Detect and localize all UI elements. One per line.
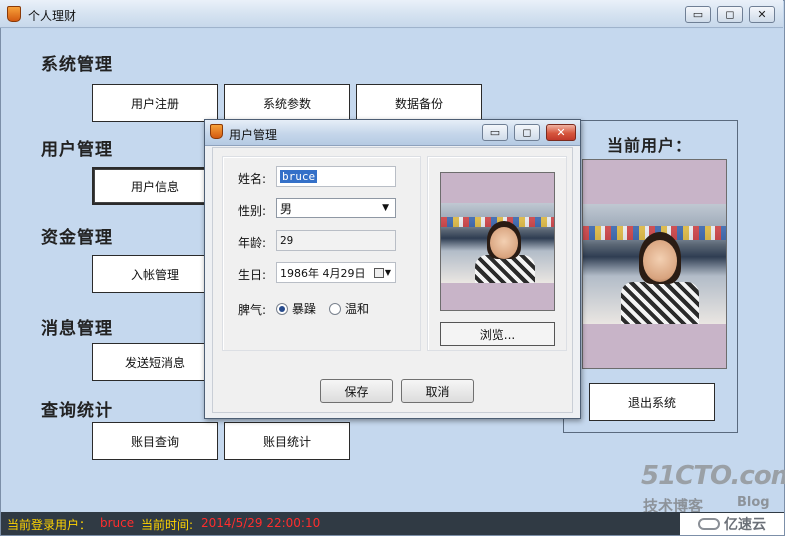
current-user-photo <box>583 204 726 324</box>
watermark-yisu: 亿速云 <box>724 517 766 533</box>
temper-option-hot-label: 暴躁 <box>292 302 317 316</box>
watermark-51cto: 51CTO.com <box>641 461 785 491</box>
dialog-titlebar[interactable]: 用户管理 ▭ ◻ ✕ <box>205 120 580 146</box>
name-input[interactable]: bruce <box>276 166 396 187</box>
current-user-photo-frame <box>582 159 727 369</box>
current-user-title: 当前用户： <box>607 136 693 155</box>
browse-button[interactable]: 浏览... <box>440 322 555 346</box>
user-info-button[interactable]: 用户信息 <box>92 167 218 205</box>
gender-label: 性别: <box>238 204 267 218</box>
exit-system-button[interactable]: 退出系统 <box>589 383 715 421</box>
chevron-down-icon: ▼ <box>382 203 389 213</box>
data-backup-button[interactable]: 数据备份 <box>356 84 482 122</box>
age-label: 年龄: <box>238 236 267 250</box>
save-button[interactable]: 保存 <box>320 379 393 403</box>
temper-label: 脾气: <box>238 303 267 317</box>
age-input[interactable]: 29 <box>276 230 396 251</box>
send-message-button[interactable]: 发送短消息 <box>92 343 218 381</box>
temper-option-hot[interactable]: 暴躁 <box>276 300 316 317</box>
register-user-button[interactable]: 用户注册 <box>92 84 218 122</box>
dialog-close-button[interactable]: ✕ <box>546 124 576 141</box>
maximize-icon: ◻ <box>725 8 735 21</box>
user-manage-dialog: 用户管理 ▭ ◻ ✕ 姓名: bruce 性别: 男 ▼ 年龄: 29 生日: … <box>204 119 581 419</box>
birthday-picker[interactable]: 1986年 4月29日 ▼ <box>276 262 396 283</box>
watermark-blog: Blog <box>737 495 770 510</box>
minimize-button[interactable]: ▭ <box>685 6 711 23</box>
close-icon: ✕ <box>757 8 767 21</box>
login-user-value: bruce <box>100 516 135 530</box>
gender-value: 男 <box>280 201 293 216</box>
maximize-icon: ◻ <box>522 126 532 139</box>
gender-select[interactable]: 男 ▼ <box>276 198 396 218</box>
dialog-photo-frame <box>440 172 555 311</box>
current-time-label: 当前时间: <box>141 518 194 532</box>
age-value: 29 <box>280 234 294 247</box>
radio-unselected-icon <box>329 302 341 315</box>
yisu-logo-icon <box>698 518 720 530</box>
temper-option-mild-label: 温和 <box>345 302 370 316</box>
birthday-value: 1986年 4月29日 <box>280 266 366 280</box>
cancel-button[interactable]: 取消 <box>401 379 474 403</box>
section-title-funds: 资金管理 <box>41 228 113 248</box>
income-manage-button[interactable]: 入帐管理 <box>92 255 218 293</box>
dialog-body: 姓名: bruce 性别: 男 ▼ 年龄: 29 生日: 1986年 4月29日… <box>212 147 573 413</box>
status-bar: 当前登录用户： bruce 当前时间: 2014/5/29 22:00:10 <box>1 512 784 535</box>
dialog-app-icon <box>210 124 223 139</box>
current-time-value: 2014/5/29 22:00:10 <box>201 516 321 530</box>
close-button[interactable]: ✕ <box>749 6 775 23</box>
account-stats-button[interactable]: 账目统计 <box>224 422 350 460</box>
name-value: bruce <box>280 170 318 183</box>
minimize-icon: ▭ <box>489 126 501 139</box>
login-user-label: 当前登录用户： <box>7 518 92 532</box>
app-icon <box>7 6 21 22</box>
account-query-button[interactable]: 账目查询 <box>92 422 218 460</box>
calendar-dropdown-icon[interactable]: ▼ <box>373 267 391 278</box>
dialog-maximize-button[interactable]: ◻ <box>514 124 540 141</box>
birthday-label: 生日: <box>238 268 267 282</box>
main-titlebar[interactable]: 个人理财 ▭ ◻ ✕ <box>0 0 783 28</box>
dialog-minimize-button[interactable]: ▭ <box>482 124 508 141</box>
minimize-icon: ▭ <box>692 8 704 21</box>
close-icon: ✕ <box>556 126 566 139</box>
radio-selected-icon <box>276 302 288 315</box>
dialog-title: 用户管理 <box>229 128 278 142</box>
name-label: 姓名: <box>238 172 267 186</box>
temper-option-mild[interactable]: 温和 <box>329 300 369 317</box>
section-title-user: 用户管理 <box>41 140 113 160</box>
dialog-photo <box>441 203 554 283</box>
watermark-yisu-badge: 亿速云 <box>680 513 784 535</box>
system-params-button[interactable]: 系统参数 <box>224 84 350 122</box>
window-title: 个人理财 <box>28 9 77 23</box>
maximize-button[interactable]: ◻ <box>717 6 743 23</box>
section-title-system: 系统管理 <box>41 55 113 75</box>
section-title-query: 查询统计 <box>41 401 113 421</box>
section-title-message: 消息管理 <box>41 319 113 339</box>
